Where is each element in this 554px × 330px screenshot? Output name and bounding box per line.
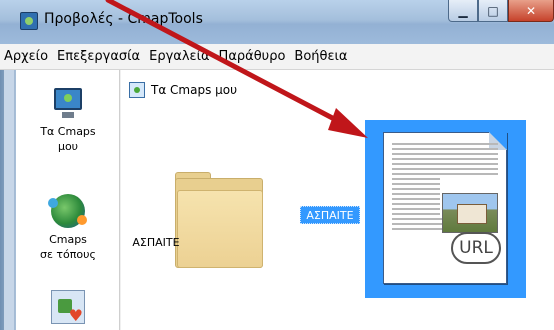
breadcrumb-label: Τα Cmaps μου xyxy=(151,83,238,97)
menu-window[interactable]: Παράθυρο xyxy=(219,49,286,64)
url-badge: URL xyxy=(451,232,501,264)
menu-help[interactable]: Βοήθεια xyxy=(294,49,347,64)
shared-cmaps-icon xyxy=(51,290,85,325)
sidebar-item-shared[interactable] xyxy=(16,290,120,325)
menu-edit[interactable]: Επεξεργασία xyxy=(57,49,140,64)
maximize-icon: □ xyxy=(487,3,499,18)
window-title: Προβολές - CmapTools xyxy=(44,11,203,27)
cmaptools-app-icon xyxy=(20,12,38,30)
menu-file[interactable]: Αρχείο xyxy=(4,49,48,64)
url-document-label[interactable]: ΑΣΠΑΙΤΕ xyxy=(300,206,360,224)
caption-buttons: ▁ □ ✕ xyxy=(448,0,554,22)
network-globe-icon xyxy=(48,194,87,228)
maximize-button[interactable]: □ xyxy=(478,0,508,22)
computer-monitor-icon xyxy=(51,86,85,120)
folder-item[interactable] xyxy=(169,166,269,278)
folder-item-label[interactable]: ΑΣΠΑΙΤΕ xyxy=(96,236,216,249)
views-sidebar: Τα Cmaps μου Cmaps σε τόπους xyxy=(16,70,120,330)
folder-icon xyxy=(175,172,263,268)
url-document-item[interactable]: URL xyxy=(365,120,526,298)
sidebar-item-label: Τα Cmaps μου xyxy=(40,125,96,153)
window-left-edge xyxy=(0,70,16,330)
menu-bar: Αρχείο Επεξεργασία Εργαλεία Παράθυρο Βοή… xyxy=(0,44,554,70)
main-content-panel: Τα Cmaps μου URL xyxy=(121,70,554,330)
close-icon: ✕ xyxy=(525,3,537,18)
my-cmaps-small-icon xyxy=(129,82,145,98)
building-photo-thumbnail xyxy=(442,193,498,233)
cmaptools-window: Προβολές - CmapTools ▁ □ ✕ Αρχείο Επεξερ… xyxy=(0,0,554,330)
minimize-button[interactable]: ▁ xyxy=(448,0,478,22)
client-area: Τα Cmaps μου Cmaps σε τόπους Τα Cmaps μο… xyxy=(0,70,554,330)
breadcrumb[interactable]: Τα Cmaps μου xyxy=(129,80,237,100)
close-button[interactable]: ✕ xyxy=(508,0,554,22)
minimize-icon: ▁ xyxy=(458,3,468,18)
sidebar-item-my-cmaps[interactable]: Τα Cmaps μου xyxy=(16,86,120,154)
menu-tools[interactable]: Εργαλεία xyxy=(149,49,209,64)
title-bar[interactable]: Προβολές - CmapTools ▁ □ ✕ xyxy=(0,0,554,44)
sidebar-item-cmaps-in-places[interactable]: Cmaps σε τόπους xyxy=(16,194,120,262)
